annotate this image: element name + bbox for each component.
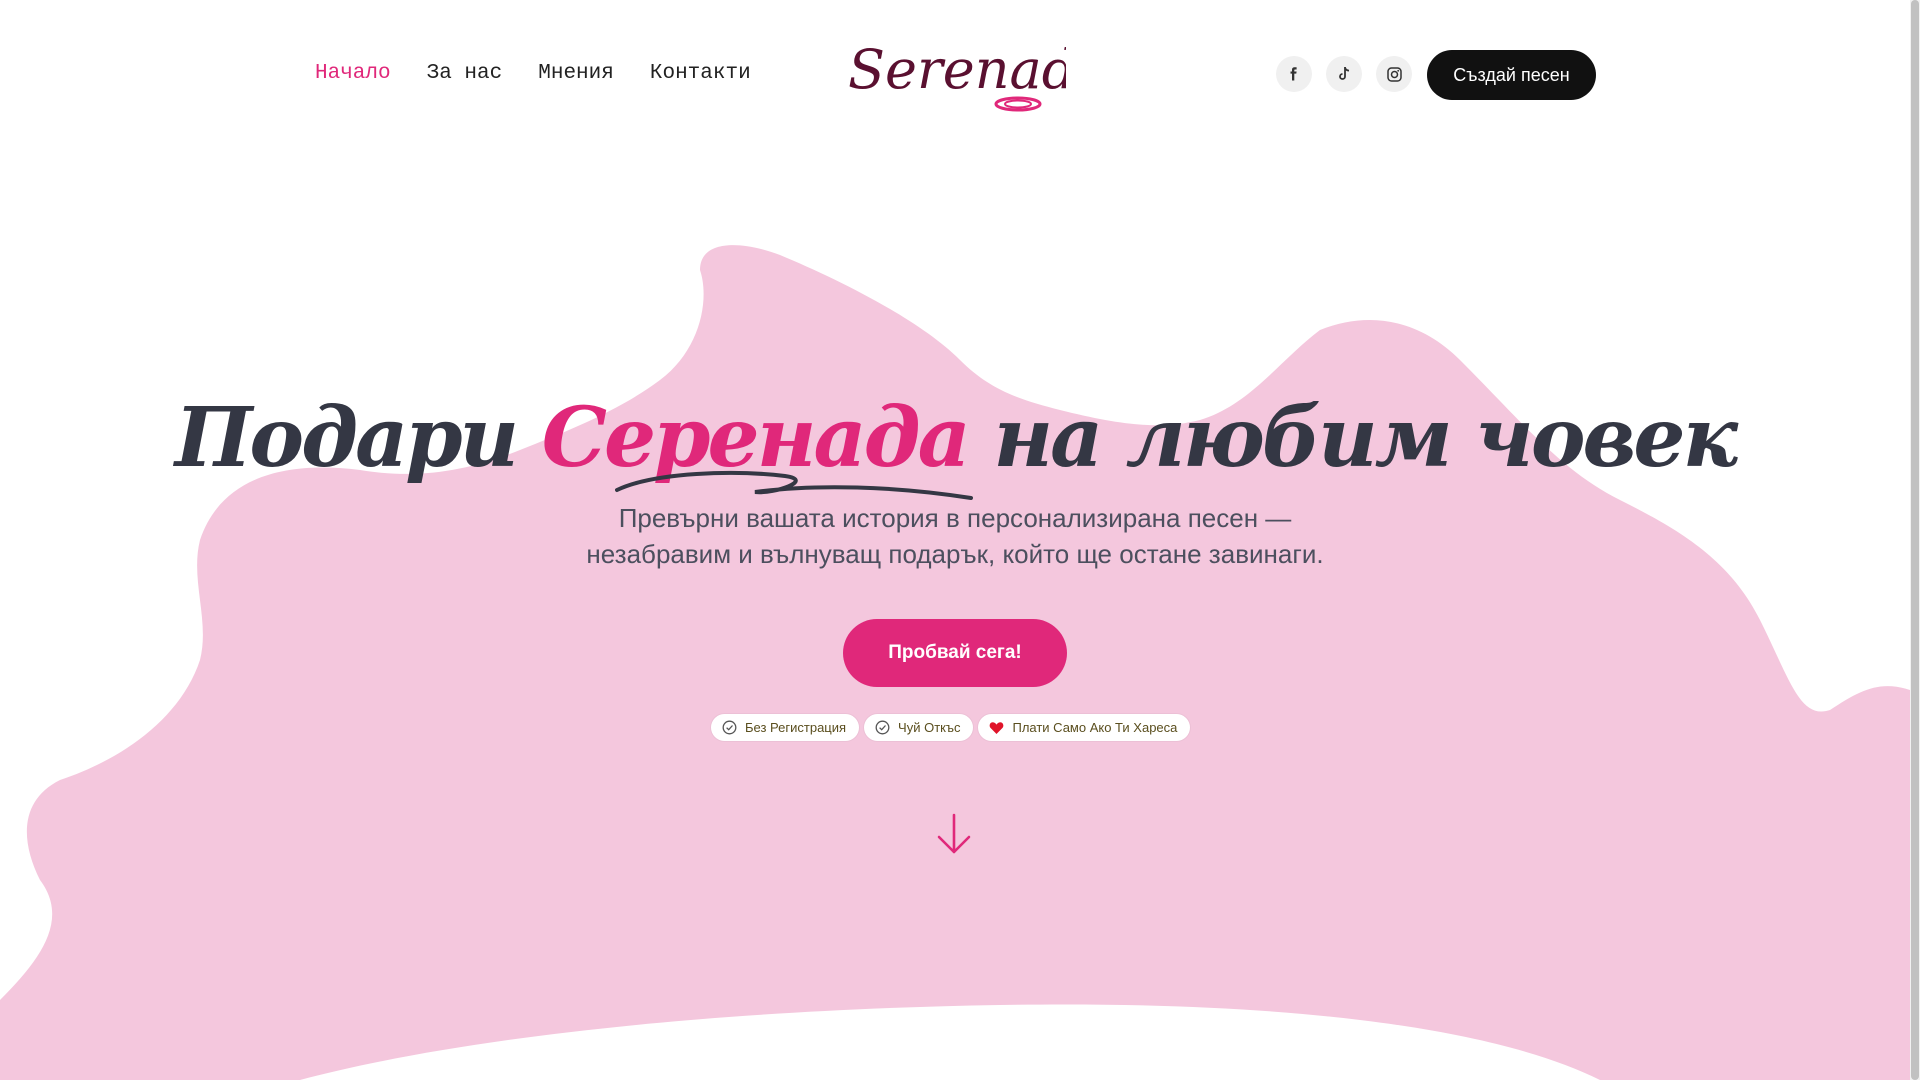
create-song-button[interactable]: Създай песен: [1427, 50, 1596, 100]
badge-label: Чуй Откъс: [898, 720, 961, 735]
nav-link-contacts[interactable]: Контакти: [650, 62, 751, 85]
hero-title-end: на любим човек: [993, 390, 1738, 486]
try-now-button[interactable]: Пробвай сега!: [843, 619, 1067, 687]
check-circle-icon: [722, 720, 737, 735]
title-underline-decoration: [615, 470, 973, 500]
nav-link-reviews[interactable]: Мнения: [538, 62, 614, 85]
facebook-link[interactable]: [1276, 56, 1312, 92]
arrow-down-icon[interactable]: [934, 812, 974, 856]
hero-subtitle: Превърни вашата история в персонализиран…: [0, 500, 1910, 572]
social-links: [1276, 56, 1412, 92]
page-scrollbar[interactable]: [1910, 0, 1920, 1080]
instagram-link[interactable]: [1376, 56, 1412, 92]
nav-link-home[interactable]: Начало: [315, 62, 391, 85]
feature-badges: Без Регистрация Чуй Откъс Плати Само Ако…: [711, 714, 1191, 741]
logo-wordmark: Serenada: [848, 38, 1066, 101]
tiktok-icon: [1339, 67, 1350, 80]
badge-listen-preview: Чуй Откъс: [864, 714, 974, 741]
badge-no-registration: Без Регистрация: [711, 714, 860, 741]
heart-icon: [990, 721, 1004, 734]
hero-subtitle-line-2: незабравим и вълнуващ подарък, който ще …: [586, 539, 1324, 569]
nav-link-about[interactable]: За нас: [427, 62, 503, 85]
badge-label: Плати Само Ако Ти Хареса: [1012, 720, 1178, 735]
badge-label: Без Регистрация: [745, 720, 847, 735]
main-nav: Начало За нас Мнения Контакти: [315, 62, 751, 85]
page: Начало За нас Мнения Контакти Serenada: [0, 0, 1910, 1080]
serenada-logo[interactable]: Serenada: [846, 30, 1066, 116]
check-circle-icon: [875, 720, 890, 735]
tiktok-link[interactable]: [1326, 56, 1362, 92]
instagram-icon: [1386, 66, 1402, 82]
hero-title-start: Подари: [174, 390, 519, 486]
facebook-icon: [1290, 67, 1297, 81]
hero-subtitle-line-1: Превърни вашата история в персонализиран…: [618, 503, 1292, 533]
scrollbar-thumb[interactable]: [1911, 0, 1919, 1080]
badge-pay-if-like: Плати Само Ако Ти Хареса: [978, 714, 1191, 741]
